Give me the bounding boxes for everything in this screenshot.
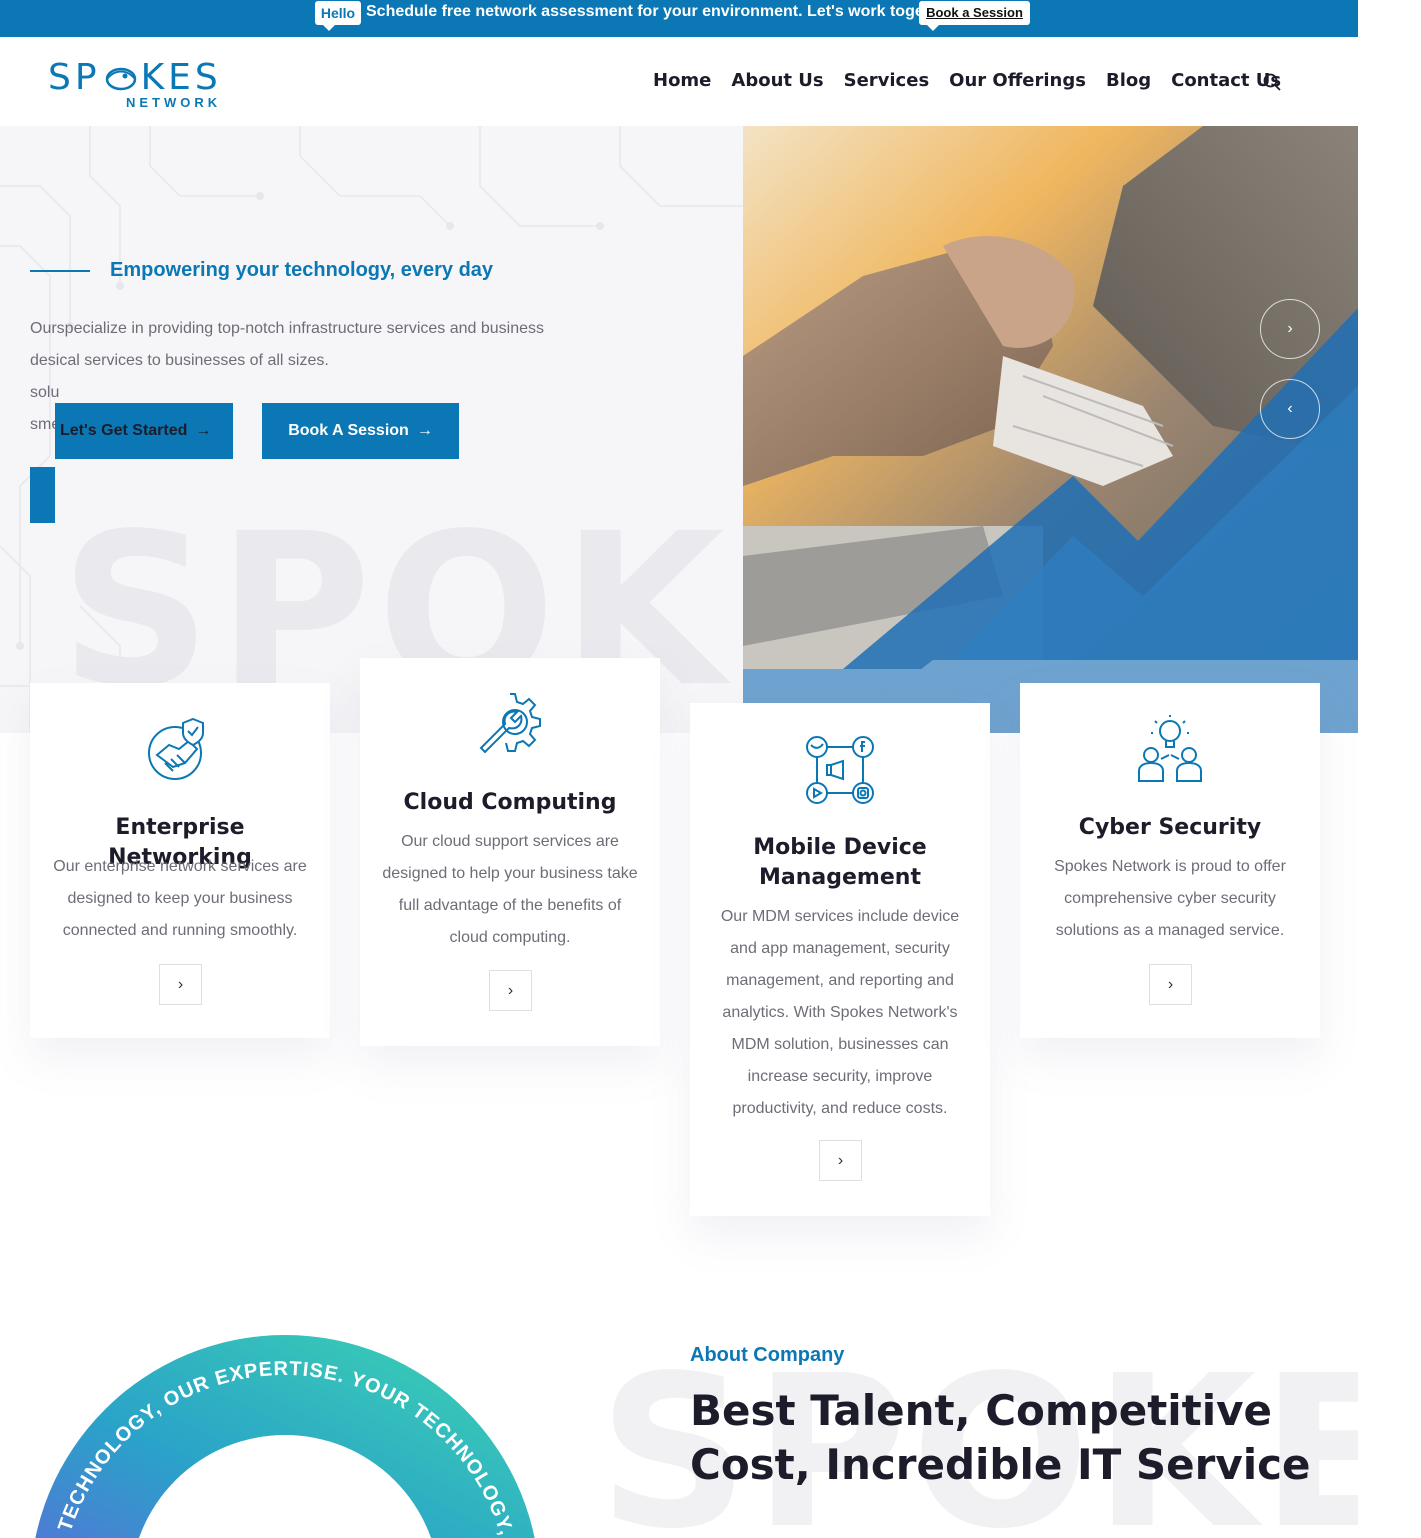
logo-wordmark: SP KES bbox=[48, 57, 222, 98]
about-title: Best Talent, Competitive Cost, Incredibl… bbox=[690, 1386, 1311, 1489]
slider-prev-button[interactable]: ‹ bbox=[1260, 379, 1320, 439]
logo-subtitle: NETWORK bbox=[126, 95, 222, 110]
service-card-mobile-device-management: Mobile Device Management Our MDM service… bbox=[690, 703, 990, 1216]
announcement-text: Schedule free network assessment for you… bbox=[366, 3, 954, 20]
service-card-cloud-computing: Cloud Computing Our cloud support servic… bbox=[360, 658, 660, 1046]
handshake-shield-icon bbox=[148, 717, 204, 780]
chevron-right-icon: › bbox=[507, 982, 514, 999]
chevron-right-icon: › bbox=[177, 976, 184, 993]
search-icon[interactable] bbox=[1262, 72, 1282, 92]
service-title: Cloud Computing bbox=[403, 790, 617, 815]
service-more-button[interactable]: › bbox=[159, 964, 202, 1005]
announcement-bar: Hello Schedule free network assessment f… bbox=[0, 0, 1358, 37]
service-card-enterprise-networking: Enterprise Networking Our enterprise net… bbox=[30, 683, 330, 1038]
about-label: About Company bbox=[690, 1344, 845, 1366]
chevron-left-icon: ‹ bbox=[1287, 400, 1293, 417]
chevron-right-icon: › bbox=[1287, 320, 1293, 337]
hero-accent-line bbox=[30, 270, 90, 272]
chevron-right-icon: › bbox=[837, 1152, 844, 1169]
service-description: Our enterprise network services are desi… bbox=[53, 858, 307, 939]
arrow-right-icon: → bbox=[195, 422, 212, 439]
hero-subtitle: Empowering your technology, every day bbox=[110, 259, 494, 281]
site-header: SP KES NETWORK Home About Us Services Ou… bbox=[0, 37, 1358, 126]
service-more-button[interactable]: › bbox=[489, 970, 532, 1011]
service-title: Cyber Security bbox=[1078, 815, 1262, 840]
service-card-cyber-security: Cyber Security Spokes Network is proud t… bbox=[1020, 683, 1320, 1038]
service-description: Spokes Network is proud to offer compreh… bbox=[1054, 858, 1286, 939]
nav-services[interactable]: Services bbox=[844, 70, 930, 91]
service-description: Our MDM services include device and app … bbox=[720, 908, 960, 1117]
rotating-badge: YOUR TECHNOLOGY, OUR EXPERTISE. YOUR TEC… bbox=[10, 1330, 535, 1538]
service-more-button[interactable]: › bbox=[1149, 964, 1192, 1005]
logo-orb-icon bbox=[105, 67, 136, 91]
nav-home[interactable]: Home bbox=[653, 70, 711, 91]
lets-get-started-button[interactable]: Let's Get Started → bbox=[55, 403, 233, 459]
service-title: Mobile Device Management bbox=[753, 835, 927, 890]
hello-badge: Hello bbox=[315, 1, 361, 31]
nav-blog[interactable]: Blog bbox=[1106, 70, 1151, 91]
team-idea-icon bbox=[1138, 715, 1202, 782]
slider-next-button[interactable]: › bbox=[1260, 299, 1320, 359]
gear-wrench-icon bbox=[479, 693, 541, 754]
nav-our-offerings[interactable]: Our Offerings bbox=[949, 70, 1086, 91]
book-session-link[interactable]: Book a Session bbox=[919, 1, 1030, 31]
service-more-button[interactable]: › bbox=[819, 1140, 862, 1181]
hero-blue-block bbox=[30, 467, 55, 523]
book-a-session-button[interactable]: Book A Session → bbox=[262, 403, 459, 459]
service-description: Our cloud support services are designed … bbox=[382, 833, 638, 946]
chevron-right-icon: › bbox=[1167, 976, 1174, 993]
nav-about-us[interactable]: About Us bbox=[731, 70, 823, 91]
spokes-logo[interactable]: SP KES NETWORK bbox=[48, 57, 308, 113]
arrow-right-icon: → bbox=[416, 422, 433, 439]
main-nav: Home About Us Services Our Offerings Blo… bbox=[653, 70, 1301, 91]
social-media-icon bbox=[806, 736, 874, 804]
